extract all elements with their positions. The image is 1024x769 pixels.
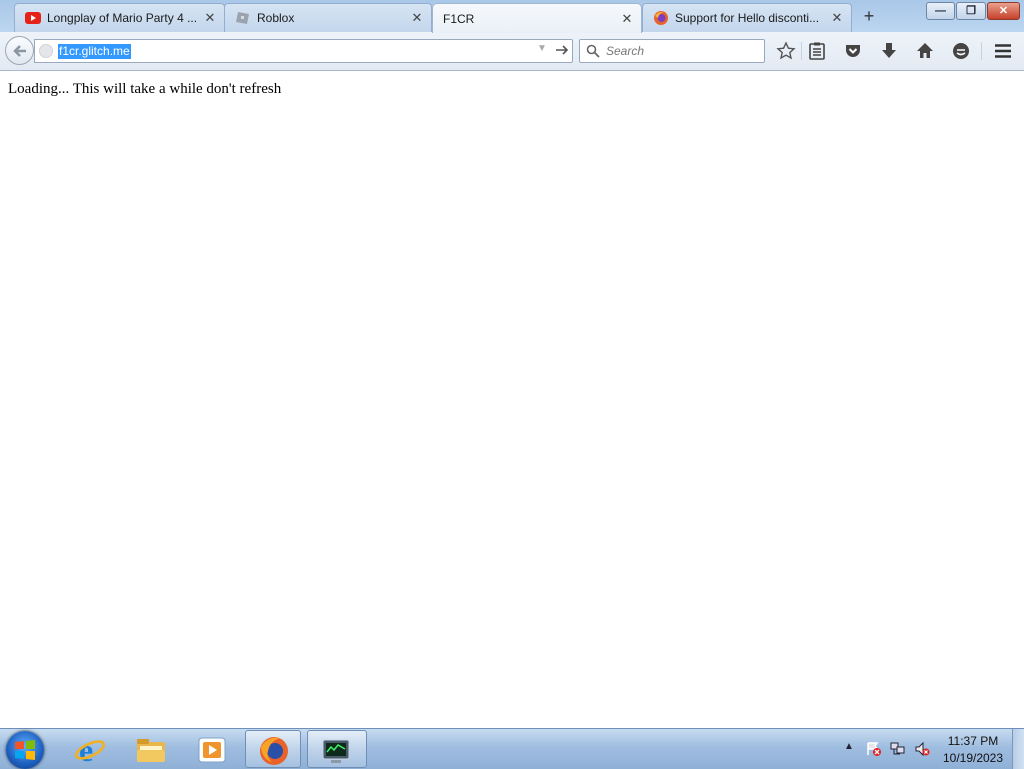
taskbar-task-manager[interactable] [307,730,367,768]
media-player-icon [198,737,226,763]
loading-message: Loading... This will take a while don't … [8,81,282,97]
file-explorer-icon [137,739,165,762]
youtube-icon [25,12,41,24]
page-content: Loading... This will take a while don't … [0,71,1024,728]
internet-explorer-icon: e [74,734,106,766]
close-window-button[interactable]: ✕ [987,2,1020,20]
minimize-button[interactable]: — [926,2,955,20]
back-button[interactable] [5,36,34,65]
search-input[interactable]: Search [606,44,644,58]
search-icon [586,44,600,58]
tab-support-hello[interactable]: Support for Hello disconti... ✕ [642,3,852,32]
firefox-icon [654,11,668,25]
taskbar: e ▲ 11:37 PM 10/19/2023 [0,728,1024,769]
tab-title: F1CR [443,11,475,26]
go-arrow-icon[interactable] [554,42,570,58]
volume-muted-icon[interactable] [914,741,930,757]
toolbar-separator [981,42,982,60]
network-icon[interactable] [890,741,906,757]
tab-title: Longplay of Mario Party 4 ... [47,11,198,25]
tab-close-icon[interactable]: ✕ [619,11,635,27]
url-bar[interactable]: f1cr.glitch.me ▼ [34,39,573,63]
firefox-icon [260,737,288,765]
tab-title: Support for Hello disconti... [675,11,820,25]
url-dropdown-icon[interactable]: ▼ [537,43,547,54]
task-manager-icon [322,739,350,763]
tab-close-icon[interactable]: ✕ [202,10,218,26]
close-icon: ✕ [998,5,1009,17]
action-center-icon[interactable] [866,741,882,757]
tab-close-icon[interactable]: ✕ [829,10,845,26]
clock-time[interactable]: 11:37 PM [935,734,1011,748]
chat-icon[interactable] [951,41,971,61]
tab-youtube[interactable]: Longplay of Mario Party 4 ... ✕ [14,3,225,32]
tab-roblox[interactable]: Roblox ✕ [224,3,432,32]
bookmark-star-icon[interactable] [776,41,796,61]
roblox-icon [236,12,249,24]
new-tab-button[interactable]: + [858,5,880,27]
start-button[interactable] [6,731,44,769]
restore-icon: ❐ [966,5,976,17]
taskbar-file-explorer[interactable] [123,730,179,768]
tab-title: Roblox [257,11,295,25]
svg-text:e: e [79,734,93,766]
taskbar-internet-explorer[interactable]: e [62,730,118,768]
url-input[interactable]: f1cr.glitch.me [58,44,131,59]
maximize-button[interactable]: ❐ [956,2,986,20]
windows-logo-icon [15,740,35,760]
reader-list-icon[interactable] [807,41,827,61]
show-desktop-button[interactable] [1012,729,1024,769]
clock-date[interactable]: 10/19/2023 [935,751,1011,765]
pocket-icon[interactable] [843,41,863,61]
minimize-icon: — [935,5,946,17]
tab-f1cr[interactable]: F1CR ✕ [432,3,642,33]
toolbar-separator [801,42,802,60]
taskbar-firefox[interactable] [245,730,301,768]
back-arrow-icon [13,45,26,57]
search-bar[interactable]: Search [579,39,765,63]
download-icon[interactable] [879,41,899,61]
tab-strip: Longplay of Mario Party 4 ... ✕ Roblox ✕… [0,0,1024,33]
site-identity-icon[interactable] [39,44,53,58]
home-icon[interactable] [915,41,935,61]
show-hidden-icons-button[interactable]: ▲ [844,741,854,752]
tab-close-icon[interactable]: ✕ [409,10,425,26]
menu-icon[interactable] [993,41,1013,61]
taskbar-media-player[interactable] [184,730,240,768]
navigation-toolbar: f1cr.glitch.me ▼ Search [0,32,1024,71]
